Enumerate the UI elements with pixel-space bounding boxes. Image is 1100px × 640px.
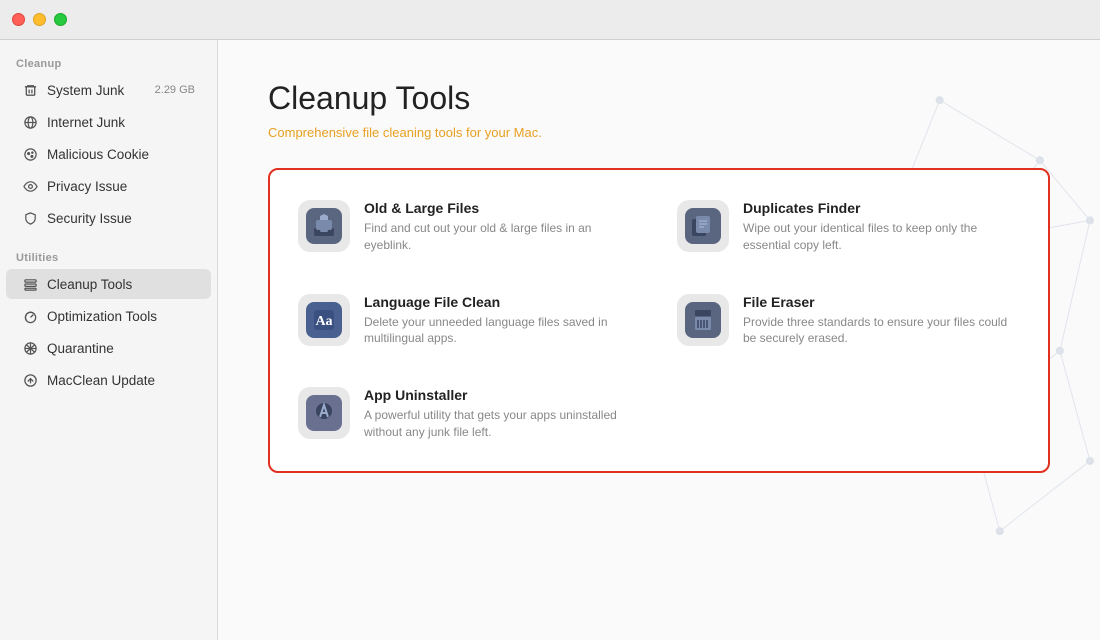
app-uninstaller-icon — [298, 387, 350, 439]
sidebar-item-macclean-update[interactable]: MacClean Update — [6, 365, 211, 395]
sidebar-item-system-junk[interactable]: System Junk 2.29 GB — [6, 75, 211, 105]
eye-icon — [22, 178, 38, 194]
svg-text:Aa: Aa — [315, 314, 332, 329]
language-file-clean-info: Language File Clean Delete your unneeded… — [364, 294, 641, 348]
maximize-button[interactable] — [54, 13, 67, 26]
app-uninstaller-info: App Uninstaller A powerful utility that … — [364, 387, 641, 441]
sidebar-item-security-issue[interactable]: Security Issue — [6, 203, 211, 233]
duplicates-finder-name: Duplicates Finder — [743, 200, 1020, 216]
sidebar-item-label: System Junk — [47, 83, 146, 98]
sidebar-item-label: Optimization Tools — [47, 309, 195, 324]
language-file-clean-desc: Delete your unneeded language files save… — [364, 314, 641, 348]
old-large-files-icon — [298, 200, 350, 252]
app-body: Cleanup System Junk 2.29 GB Internet — [0, 40, 1100, 640]
sidebar-item-privacy-issue[interactable]: Privacy Issue — [6, 171, 211, 201]
file-eraser-info: File Eraser Provide three standards to e… — [743, 294, 1020, 348]
tool-duplicates-finder[interactable]: Duplicates Finder Wipe out your identica… — [659, 180, 1038, 274]
old-large-files-desc: Find and cut out your old & large files … — [364, 220, 641, 254]
traffic-lights — [12, 13, 67, 26]
main-content: Cleanup Tools Comprehensive file cleanin… — [218, 40, 1100, 640]
sidebar-item-label: Cleanup Tools — [47, 277, 195, 292]
file-eraser-desc: Provide three standards to ensure your f… — [743, 314, 1020, 348]
close-button[interactable] — [12, 13, 25, 26]
tools-grid: Old & Large Files Find and cut out your … — [268, 168, 1050, 473]
language-file-clean-name: Language File Clean — [364, 294, 641, 310]
arrow-up-icon — [22, 372, 38, 388]
utilities-section-label: Utilities — [0, 244, 217, 268]
tool-app-uninstaller[interactable]: App Uninstaller A powerful utility that … — [280, 367, 659, 461]
cleanup-section-label: Cleanup — [0, 50, 217, 74]
quarantine-icon — [22, 340, 38, 356]
file-eraser-name: File Eraser — [743, 294, 1020, 310]
file-eraser-icon — [677, 294, 729, 346]
sidebar-item-cleanup-tools[interactable]: Cleanup Tools — [6, 269, 211, 299]
sidebar-item-label: Quarantine — [47, 341, 195, 356]
duplicates-finder-icon — [677, 200, 729, 252]
tool-file-eraser[interactable]: File Eraser Provide three standards to e… — [659, 274, 1038, 368]
content-area: Cleanup Tools Comprehensive file cleanin… — [218, 40, 1100, 513]
shield-icon — [22, 210, 38, 226]
minimize-button[interactable] — [33, 13, 46, 26]
app-uninstaller-desc: A powerful utility that gets your apps u… — [364, 407, 641, 441]
sidebar-item-label: Privacy Issue — [47, 179, 195, 194]
globe-icon — [22, 114, 38, 130]
sidebar-item-label: MacClean Update — [47, 373, 195, 388]
page-subtitle: Comprehensive file cleaning tools for yo… — [268, 125, 1050, 140]
system-junk-badge: 2.29 GB — [155, 84, 195, 96]
sidebar-item-malicious-cookie[interactable]: Malicious Cookie — [6, 139, 211, 169]
duplicates-finder-desc: Wipe out your identical files to keep on… — [743, 220, 1020, 254]
language-file-clean-icon: Aa — [298, 294, 350, 346]
trash-icon — [22, 82, 38, 98]
sidebar-item-label: Security Issue — [47, 211, 195, 226]
tool-language-file-clean[interactable]: Aa Language File Clean Delete your unnee… — [280, 274, 659, 368]
wrench-icon — [22, 276, 38, 292]
sidebar: Cleanup System Junk 2.29 GB Internet — [0, 40, 218, 640]
tool-old-large-files[interactable]: Old & Large Files Find and cut out your … — [280, 180, 659, 274]
sidebar-item-label: Internet Junk — [47, 115, 195, 130]
titlebar — [0, 0, 1100, 40]
old-large-files-info: Old & Large Files Find and cut out your … — [364, 200, 641, 254]
sidebar-item-label: Malicious Cookie — [47, 147, 195, 162]
sidebar-item-quarantine[interactable]: Quarantine — [6, 333, 211, 363]
duplicates-finder-info: Duplicates Finder Wipe out your identica… — [743, 200, 1020, 254]
app-uninstaller-name: App Uninstaller — [364, 387, 641, 403]
old-large-files-name: Old & Large Files — [364, 200, 641, 216]
sidebar-item-internet-junk[interactable]: Internet Junk — [6, 107, 211, 137]
page-title: Cleanup Tools — [268, 80, 1050, 117]
cookie-icon — [22, 146, 38, 162]
gauge-icon — [22, 308, 38, 324]
sidebar-item-optimization-tools[interactable]: Optimization Tools — [6, 301, 211, 331]
